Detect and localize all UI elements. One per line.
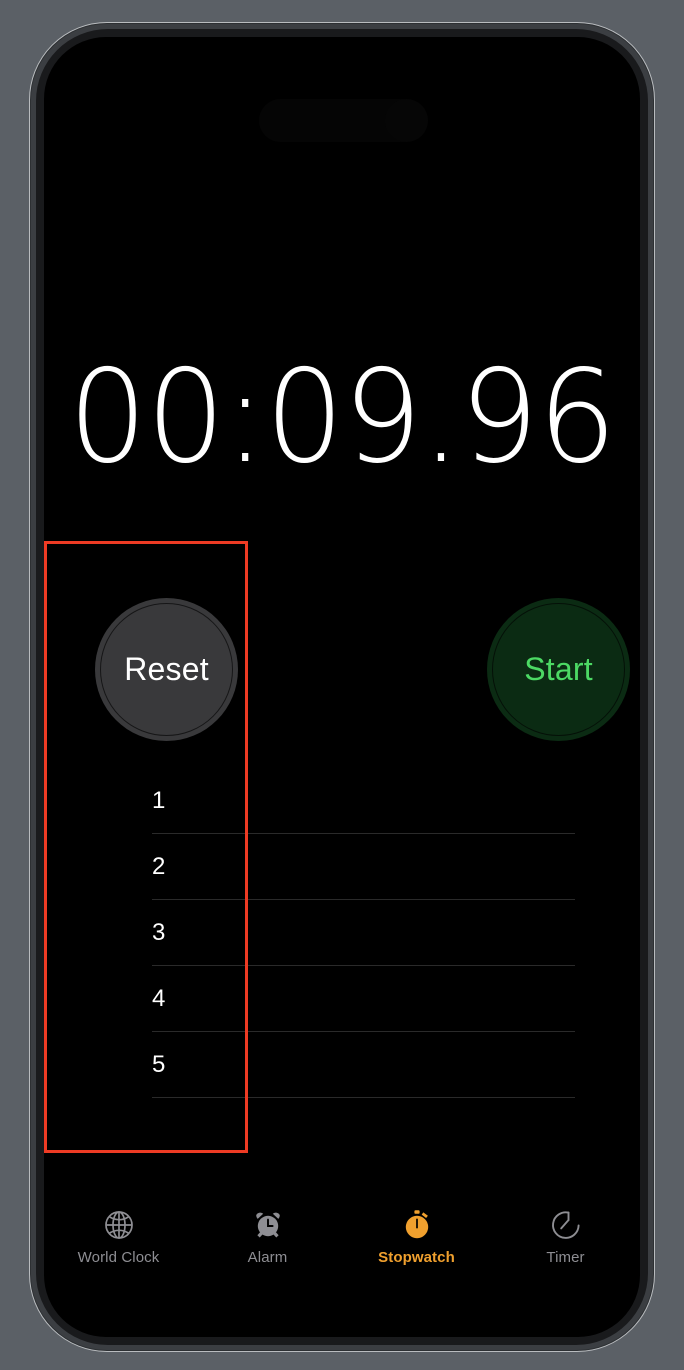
lap-row: 5 — [152, 1032, 575, 1098]
lap-number: 1 — [152, 786, 166, 814]
tab-stopwatch[interactable]: Stopwatch — [342, 1208, 491, 1266]
phone-frame: 00:09.96 Reset Start 1 2 3 4 5 World Clo… — [29, 22, 655, 1352]
tab-label: World Clock — [77, 1249, 160, 1266]
screenshot-root: 00:09.96 Reset Start 1 2 3 4 5 World Clo… — [0, 0, 684, 1370]
tab-timer[interactable]: Timer — [491, 1208, 640, 1266]
stopwatch-elapsed-time: 00:09.96 — [68, 343, 616, 492]
phone-screen: 00:09.96 Reset Start 1 2 3 4 5 World Clo… — [44, 37, 640, 1337]
stopwatch-controls: Reset Start — [44, 598, 640, 748]
lap-row: 2 — [152, 834, 575, 900]
lap-number: 2 — [152, 852, 166, 880]
reset-button[interactable]: Reset — [95, 598, 238, 741]
tab-alarm[interactable]: Alarm — [193, 1208, 342, 1266]
tab-label: Stopwatch — [378, 1249, 455, 1266]
lap-list[interactable]: 1 2 3 4 5 — [44, 768, 640, 1098]
lap-row: 4 — [152, 966, 575, 1032]
lap-number: 5 — [152, 1050, 166, 1078]
globe-icon — [102, 1208, 136, 1242]
lap-number: 3 — [152, 918, 166, 946]
timer-icon — [549, 1208, 583, 1242]
alarm-clock-icon — [251, 1208, 285, 1242]
tab-bar: World Clock Alarm Stopwatch Timer — [44, 1204, 640, 1282]
front-camera-icon — [385, 99, 428, 142]
tab-label: Alarm — [247, 1249, 288, 1266]
start-button[interactable]: Start — [487, 598, 630, 741]
lap-number: 4 — [152, 984, 166, 1012]
lap-row: 1 — [152, 768, 575, 834]
tab-world-clock[interactable]: World Clock — [44, 1208, 193, 1266]
stopwatch-icon — [400, 1208, 434, 1242]
start-button-label: Start — [524, 651, 593, 687]
tab-label: Timer — [546, 1249, 585, 1266]
reset-button-label: Reset — [124, 651, 209, 687]
lap-row: 3 — [152, 900, 575, 966]
